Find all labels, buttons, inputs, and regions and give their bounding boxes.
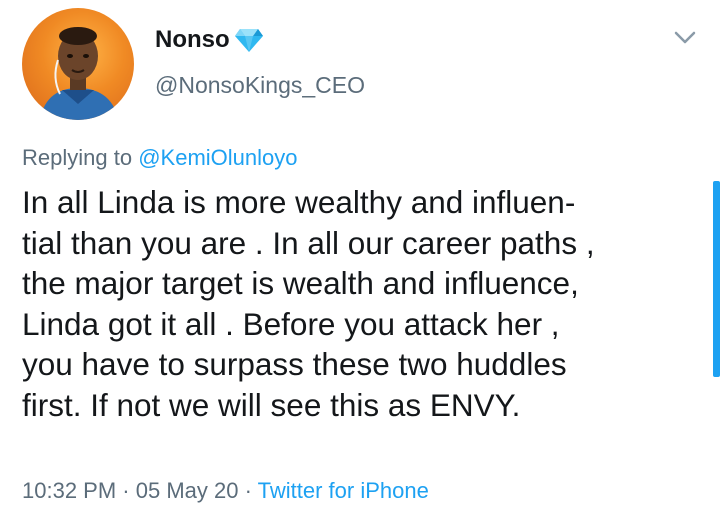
meta-separator: · (244, 478, 252, 503)
tweet-source-link[interactable]: Twitter for iPhone (258, 478, 429, 503)
tweet-text: In all Linda is more wealthy and influen… (22, 182, 692, 425)
tweet-text-line: In all Linda is more wealthy and influen… (22, 184, 576, 220)
scroll-indicator (713, 181, 720, 377)
replying-to-label: Replying to (22, 145, 133, 170)
avatar-photo (40, 27, 118, 120)
tweet-text-line: Linda got it all . Before you attack her… (22, 305, 560, 342)
author-name-row: Nonso (155, 26, 264, 54)
author-handle[interactable]: @NonsoKings_CEO (155, 72, 365, 99)
tweet-text-line: tial than you are . In all our career pa… (22, 224, 595, 261)
diamond-icon (234, 27, 264, 53)
tweet-text-line: you have to surpass these two huddles (22, 346, 567, 382)
tweet-meta: 10:32 PM · 05 May 20 · Twitter for iPhon… (22, 478, 429, 504)
tweet-date[interactable]: 05 May 20 (136, 478, 239, 503)
tweet-time[interactable]: 10:32 PM (22, 478, 116, 503)
chevron-down-icon[interactable] (674, 30, 696, 46)
tweet-text-line: the major target is wealth and influence… (22, 265, 579, 301)
tweet-text-line: first. If not we will see this as ENVY. (22, 386, 521, 423)
replying-to: Replying to @KemiOlunloyo (22, 145, 298, 171)
author-display-name[interactable]: Nonso (155, 26, 230, 54)
avatar[interactable] (22, 8, 134, 120)
meta-separator: · (122, 478, 130, 503)
reply-mention-link[interactable]: @KemiOlunloyo (138, 145, 297, 170)
